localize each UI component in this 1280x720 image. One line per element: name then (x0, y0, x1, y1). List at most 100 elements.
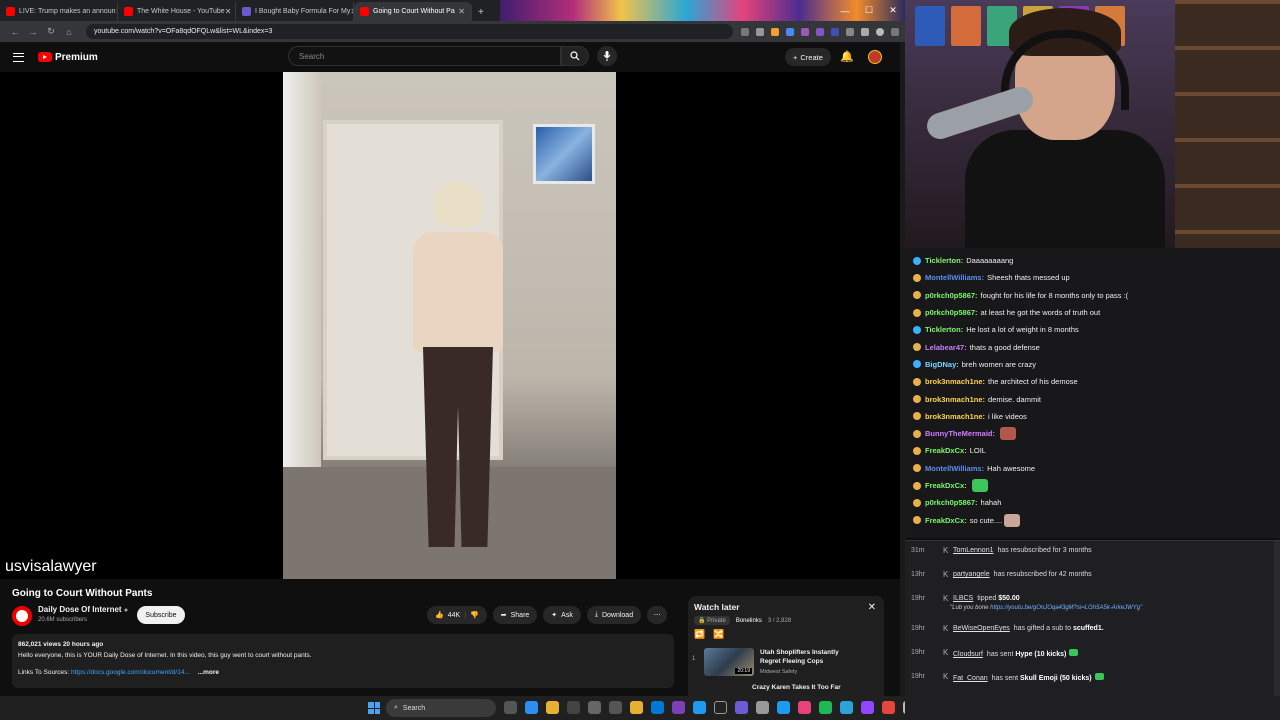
maximize-icon[interactable]: ☐ (857, 0, 881, 21)
event-username[interactable]: ILBCS (953, 595, 973, 602)
new-tab-icon[interactable]: + (478, 7, 484, 18)
video-player[interactable]: usvisalawyer (0, 72, 900, 579)
thumbs-down-icon[interactable]: 👎 (470, 611, 479, 619)
taskbar-search[interactable]: ⌕ Search (386, 699, 496, 717)
event-username[interactable]: TomLennon1 (953, 547, 993, 554)
share-button[interactable]: ➦ Share (492, 606, 538, 624)
chat-username[interactable]: brok3nmach1ne: (925, 377, 985, 386)
playlist-item[interactable]: 1 20:19 Utah Shoplifters Instantly Regre… (692, 648, 850, 677)
chat-username[interactable]: Ticklerton: (925, 325, 963, 334)
description-box[interactable]: 862,021 views 20 hours ago Hello everyon… (12, 634, 674, 688)
youtube-logo[interactable]: Premium (38, 52, 98, 63)
reload-icon[interactable]: ↻ (42, 26, 60, 37)
close-playlist-icon[interactable]: ✕ (868, 602, 876, 613)
app-icon[interactable] (714, 701, 727, 714)
chat-username[interactable]: FreakDxCx: (925, 446, 967, 455)
account-avatar[interactable] (868, 50, 882, 64)
app-icon[interactable] (567, 701, 580, 714)
playlist-item-title[interactable]: Utah Shoplifters Instantly Regret Fleein… (760, 648, 850, 666)
home-icon[interactable]: ⌂ (60, 27, 78, 37)
chat-username[interactable]: p0rkch0p5867: (925, 291, 978, 300)
search-input[interactable]: Search (288, 46, 561, 66)
hamburger-menu-icon[interactable] (13, 52, 24, 62)
app-icon[interactable] (756, 701, 769, 714)
browser-tab[interactable]: I Bought Baby Formula For My ✕ (236, 2, 354, 21)
playlist-thumbnail[interactable]: 20:19 (704, 648, 754, 676)
app-icon[interactable] (861, 701, 874, 714)
extension-icon[interactable] (786, 27, 794, 36)
chat-username[interactable]: p0rkch0p5867: (925, 308, 978, 317)
event-username[interactable]: partyangele (953, 571, 990, 578)
chat-username[interactable]: MontellWilliams: (925, 464, 984, 473)
subscribe-button[interactable]: Subscribe (137, 606, 185, 624)
channel-name[interactable]: Daily Dose Of Internet ● (38, 605, 128, 614)
like-dislike-button[interactable]: 👍 44K | 👎 (427, 606, 487, 624)
ask-button[interactable]: ✦ Ask (543, 606, 581, 624)
chat-username[interactable]: FreakDxCx: (925, 516, 967, 525)
chat-username[interactable]: BunnyTheMermaid: (925, 429, 995, 438)
playlist-owner[interactable]: Bonelinks (736, 618, 762, 624)
tip-message-link[interactable]: https://youtu.be/gOnJOqa43gM?si=LGh5A5k-… (990, 605, 1142, 611)
app-icon[interactable] (693, 701, 706, 714)
extension-icon[interactable] (771, 27, 779, 36)
puzzle-icon[interactable] (861, 27, 869, 36)
app-icon[interactable] (672, 701, 685, 714)
create-button[interactable]: + Create (785, 48, 831, 66)
close-tab-icon[interactable]: ✕ (225, 7, 232, 16)
show-more-link[interactable]: ...more (198, 669, 219, 676)
extension-icon[interactable] (801, 27, 809, 36)
source-link[interactable]: https://docs.google.com/document/d/14... (71, 669, 190, 676)
copilot-icon[interactable] (525, 701, 538, 714)
playlist-next-item-title[interactable]: Crazy Karen Takes It Too Far (752, 684, 841, 691)
event-username[interactable]: BeWiseOpenEyes (953, 625, 1010, 632)
steam-icon[interactable] (840, 701, 853, 714)
back-arrow-icon[interactable]: ← (6, 27, 24, 37)
app-icon[interactable] (735, 701, 748, 714)
extension-icon[interactable] (741, 27, 749, 36)
extension-icon[interactable] (831, 27, 839, 36)
notifications-bell-icon[interactable]: 🔔 (840, 50, 854, 63)
profile-icon[interactable] (876, 27, 884, 36)
voice-search-button[interactable] (597, 46, 617, 66)
chat-username[interactable]: BigDNay: (925, 360, 959, 369)
chat-username[interactable]: Lelabear47: (925, 343, 967, 352)
forward-arrow-icon[interactable]: → (24, 27, 42, 37)
chat-username[interactable]: p0rkch0p5867: (925, 498, 978, 507)
chat-username[interactable]: brok3nmach1ne: (925, 412, 985, 421)
event-username[interactable]: Cloudsurf (953, 651, 983, 658)
close-window-icon[interactable]: ✕ (881, 0, 905, 21)
extension-icon[interactable] (816, 27, 824, 36)
kebab-menu-icon[interactable] (891, 27, 899, 36)
chat-username[interactable]: MontellWilliams: (925, 273, 984, 282)
chrome-icon[interactable] (546, 701, 559, 714)
app-icon[interactable] (798, 701, 811, 714)
browser-tab[interactable]: The White House - YouTube ✕ (118, 2, 236, 21)
url-field[interactable]: youtube.com/watch?v=OFa8qdOFQLw&list=WL&… (86, 24, 733, 39)
channel-avatar[interactable] (12, 606, 32, 626)
spotify-icon[interactable] (819, 701, 832, 714)
search-button[interactable] (561, 46, 589, 66)
file-explorer-icon[interactable] (630, 701, 643, 714)
shuffle-icon[interactable]: 🔀 (713, 629, 724, 640)
app-icon[interactable] (588, 701, 601, 714)
download-button[interactable]: ⤓ Download (586, 606, 642, 624)
bookmark-star-icon[interactable] (756, 27, 764, 36)
windows-start-icon[interactable] (368, 702, 380, 714)
chat-username[interactable]: FreakDxCx: (925, 481, 967, 490)
close-tab-icon[interactable]: ✕ (458, 7, 465, 16)
chat-username[interactable]: brok3nmach1ne: (925, 395, 985, 404)
app-icon[interactable] (882, 701, 895, 714)
event-username[interactable]: Fat_Conan (953, 675, 988, 682)
browser-tab[interactable]: LIVE: Trump makes an announ ✕ (0, 2, 118, 21)
browser-tab-active[interactable]: Going to Court Without Pa ✕ (354, 2, 472, 21)
chat-username[interactable]: Ticklerton: (925, 256, 963, 265)
minimize-icon[interactable]: — (833, 0, 857, 21)
more-actions-button[interactable]: ⋯ (647, 606, 668, 624)
app-icon[interactable] (777, 701, 790, 714)
loop-icon[interactable]: 🔁 (694, 629, 705, 640)
thumbs-up-icon[interactable]: 👍 (435, 611, 444, 619)
edge-icon[interactable] (651, 701, 664, 714)
app-icon[interactable] (609, 701, 622, 714)
task-view-icon[interactable] (504, 701, 517, 714)
playlist-title[interactable]: Watch later (694, 602, 878, 612)
